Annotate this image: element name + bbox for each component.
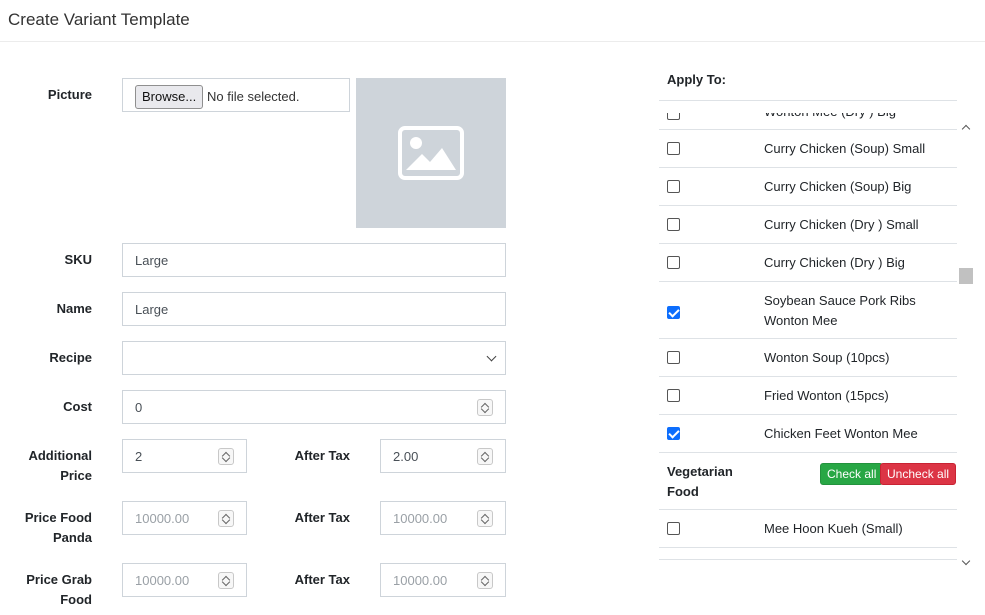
check-all-button[interactable]: Check all <box>820 463 884 485</box>
apply-to-title: Apply To: <box>667 72 726 87</box>
price-grab-placeholder: 10000.00 <box>135 573 190 588</box>
price-grab-stepper-icon[interactable] <box>218 572 234 589</box>
chevron-down-icon <box>486 351 497 362</box>
additional-after-tax-stepper-icon[interactable] <box>477 448 493 465</box>
foodpanda-after-tax-label: After Tax <box>294 510 350 525</box>
additional-price-stepper-icon[interactable] <box>218 448 234 465</box>
price-foodpanda-label: Price Food Panda <box>10 508 92 548</box>
item-checkbox[interactable] <box>667 351 680 364</box>
price-grab-label-line2: Food <box>60 592 92 607</box>
sku-label: SKU <box>64 252 92 267</box>
grab-after-tax-input[interactable]: 10000.00 <box>380 563 506 597</box>
item-checkbox[interactable] <box>667 180 680 193</box>
list-item[interactable]: Curry Chicken (Dry ) Small <box>659 206 957 244</box>
image-placeholder <box>356 78 506 228</box>
name-input[interactable]: Large <box>122 292 506 326</box>
item-checkbox[interactable] <box>667 256 680 269</box>
cost-value: 0 <box>135 400 143 415</box>
browse-button[interactable]: Browse... <box>135 85 204 109</box>
item-checkbox[interactable] <box>667 218 680 231</box>
item-checkbox-checked[interactable] <box>667 427 680 440</box>
list-item[interactable]: Curry Chicken (Soup) Small <box>659 130 957 168</box>
price-foodpanda-placeholder: 10000.00 <box>135 511 190 526</box>
scroll-down-icon[interactable] <box>961 556 971 566</box>
list-item[interactable]: Fried Wonton (15pcs) <box>659 377 957 415</box>
item-checkbox[interactable] <box>667 113 680 120</box>
item-label: Curry Chicken (Soup) Big <box>764 179 912 194</box>
apply-to-divider <box>659 100 957 101</box>
additional-after-tax-label: After Tax <box>294 448 350 463</box>
foodpanda-after-tax-input[interactable]: 10000.00 <box>380 501 506 535</box>
list-item[interactable]: Curry Chicken (Soup) Big <box>659 168 957 206</box>
additional-after-tax-input[interactable]: 2.00 <box>380 439 506 473</box>
list-item[interactable]: Wonton Mee (Dry ) Big <box>659 113 957 130</box>
group-title: Vegetarian Food <box>667 464 733 499</box>
cost-input[interactable]: 0 <box>122 390 506 424</box>
price-foodpanda-input[interactable]: 10000.00 <box>122 501 247 535</box>
grab-after-tax-placeholder: 10000.00 <box>393 573 448 588</box>
page-header: Create Variant Template <box>0 0 985 42</box>
item-checkbox[interactable] <box>667 389 680 402</box>
list-item[interactable]: Curry Chicken (Dry ) Big <box>659 244 957 282</box>
picture-label: Picture <box>47 87 92 102</box>
item-label: Curry Chicken (Dry ) Small <box>764 217 919 232</box>
recipe-select[interactable] <box>122 341 506 375</box>
item-label: Curry Chicken (Soup) Small <box>764 141 926 156</box>
sku-input[interactable]: Large <box>122 243 506 277</box>
recipe-label: Recipe <box>49 350 92 365</box>
grab-after-tax-label: After Tax <box>294 572 350 587</box>
foodpanda-after-tax-stepper-icon[interactable] <box>477 510 493 527</box>
price-foodpanda-label-line2: Panda <box>52 530 92 545</box>
sku-value: Large <box>135 253 169 268</box>
price-foodpanda-stepper-icon[interactable] <box>218 510 234 527</box>
additional-price-value: 2 <box>135 449 143 464</box>
uncheck-all-button[interactable]: Uncheck all <box>880 463 957 485</box>
cost-stepper-icon[interactable] <box>477 399 493 416</box>
additional-price-label-line1: Additional <box>28 448 92 463</box>
image-icon <box>398 126 464 180</box>
price-foodpanda-label-line1: Price Food <box>24 510 92 525</box>
item-checkbox[interactable] <box>667 142 680 155</box>
list-scrollbar[interactable] <box>959 120 973 572</box>
item-checkbox[interactable] <box>667 522 680 535</box>
additional-price-label-line2: Price <box>60 468 92 483</box>
item-label: Wonton Mee (Dry ) Big <box>764 113 949 122</box>
scroll-up-icon[interactable] <box>961 124 971 134</box>
scrollbar-thumb[interactable] <box>959 268 973 284</box>
foodpanda-after-tax-placeholder: 10000.00 <box>393 511 448 526</box>
price-grab-label-line1: Price Grab <box>26 572 92 587</box>
item-label: Chicken Feet Wonton Mee <box>764 426 918 441</box>
list-item[interactable]: Soybean Sauce Pork Ribs Wonton Mee <box>659 282 957 339</box>
price-grab-input[interactable]: 10000.00 <box>122 563 247 597</box>
name-value: Large <box>135 302 169 317</box>
item-label: Fried Wonton (15pcs) <box>764 388 889 403</box>
list-item[interactable]: Mee Hoon Kueh (Small) <box>659 510 957 548</box>
group-header: Vegetarian Food Check all Uncheck all <box>659 453 957 510</box>
cost-label: Cost <box>63 399 92 414</box>
item-label: Wonton Soup (10pcs) <box>764 350 890 365</box>
item-label: Curry Chicken (Dry ) Big <box>764 255 905 270</box>
file-status: No file selected. <box>207 89 300 104</box>
item-label: Soybean Sauce Pork Ribs Wonton Mee <box>764 293 916 328</box>
grab-after-tax-stepper-icon[interactable] <box>477 572 493 589</box>
name-label: Name <box>56 301 92 316</box>
list-item[interactable]: Wonton Soup (10pcs) <box>659 339 957 377</box>
picture-file-input[interactable]: Browse... No file selected. <box>122 78 350 112</box>
price-grab-label: Price Grab Food <box>10 570 92 610</box>
additional-price-input[interactable]: 2 <box>122 439 247 473</box>
apply-to-list[interactable]: Wonton Mee (Dry ) Big Curry Chicken (Sou… <box>659 113 957 560</box>
item-checkbox-checked[interactable] <box>667 306 680 319</box>
list-item[interactable]: Chicken Feet Wonton Mee <box>659 415 957 453</box>
additional-after-tax-value: 2.00 <box>393 449 419 464</box>
additional-price-label: Additional Price <box>10 446 92 486</box>
page-title: Create Variant Template <box>8 10 190 29</box>
item-label: Mee Hoon Kueh (Small) <box>764 521 903 536</box>
